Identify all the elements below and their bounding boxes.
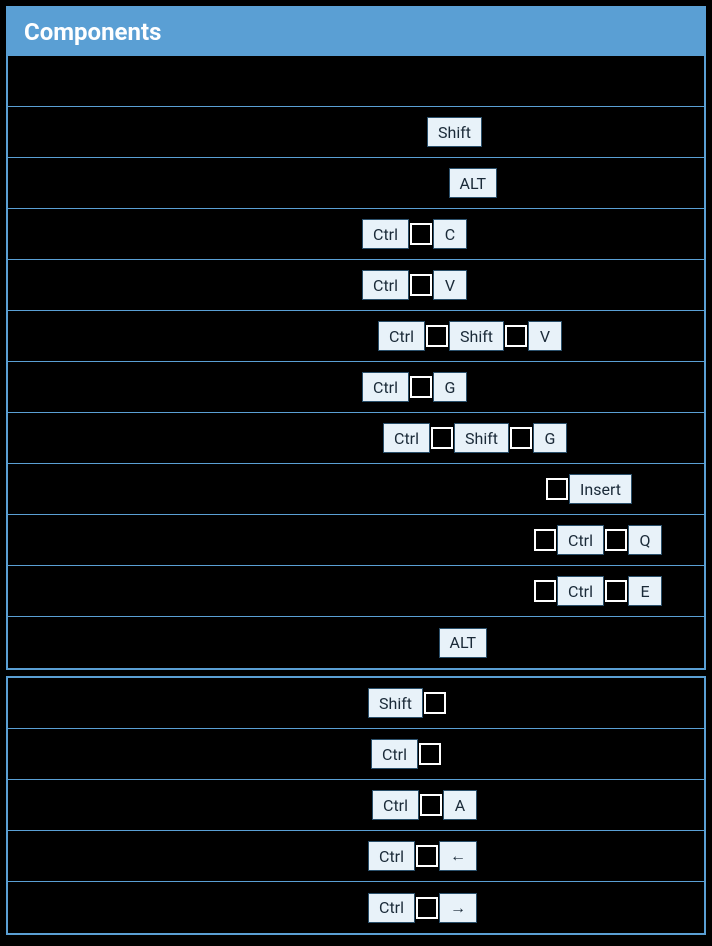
- row-toggle-snap-off: Toggle component snapping off ALT: [8, 617, 704, 668]
- key-group: Ctrl +: [368, 893, 692, 923]
- key-shift: Shift: [449, 321, 504, 351]
- plus-icon: +: [605, 529, 627, 551]
- row-accel-move: Accelerate movement (hold) Ctrl +: [8, 729, 704, 780]
- row-label: Accelerate movement (hold): [20, 744, 246, 765]
- key-g: G: [533, 423, 567, 453]
- key-ctrl: Ctrl: [362, 270, 409, 300]
- row-label: Constrain movement (hold): [20, 693, 238, 714]
- key-ctrl: Ctrl: [368, 841, 415, 871]
- key-q: Q: [628, 525, 662, 555]
- key-group: Ctrl + A: [372, 790, 692, 820]
- key-alt: ALT: [449, 168, 497, 198]
- key-shift: Shift: [427, 117, 482, 147]
- row-label: Insert new component into group workflow: [20, 479, 362, 500]
- key-v: V: [528, 321, 562, 351]
- plus-icon: +: [546, 478, 568, 500]
- row-insert-workflow: Insert new component into group workflow…: [8, 464, 704, 515]
- key-group: Ctrl +: [368, 841, 692, 871]
- row-paste-in-place: Paste in Place Component(s) Ctrl + Shift…: [8, 311, 704, 362]
- row-label: Group Components: [20, 377, 176, 398]
- row-shift-add: Add to last selected object (hold) Shift: [8, 107, 704, 158]
- row-group: Group Components Ctrl + G: [8, 362, 704, 413]
- panel-header: Components: [8, 8, 704, 56]
- row-ungroup: Ungroup Components Ctrl + Shift + G: [8, 413, 704, 464]
- key-shift: Shift: [368, 688, 423, 718]
- plus-icon: +: [605, 580, 627, 602]
- row-label: Go to next tab: [20, 897, 132, 918]
- plus-icon: +: [416, 845, 438, 867]
- key-group: Shift +: [368, 688, 692, 718]
- row-label: Go to previous tab: [20, 846, 166, 867]
- key-arrow-right: [439, 893, 477, 923]
- key-a: A: [443, 790, 477, 820]
- key-ctrl: Ctrl: [378, 321, 425, 351]
- key-group: + Insert: [545, 474, 692, 504]
- plus-icon: +: [410, 223, 432, 245]
- key-ctrl: Ctrl: [557, 525, 604, 555]
- plus-icon: +: [410, 376, 432, 398]
- row-heading: Components Keyboard Shortcuts: [8, 56, 704, 107]
- plus-icon: +: [505, 325, 527, 347]
- plus-icon: +: [419, 743, 441, 765]
- row-label: Toggle component snapping off: [20, 632, 275, 653]
- key-group: + Ctrl + Q: [533, 525, 692, 555]
- row-next-tab: Go to next tab Ctrl +: [8, 882, 704, 933]
- key-group: Ctrl + C: [362, 219, 692, 249]
- row-label: Toggle symbol snap on/off (hold): [20, 173, 287, 194]
- row-edit-workflow: Edit Workflow - Enter/Exit a group workf…: [8, 566, 704, 617]
- plus-icon: +: [534, 580, 556, 602]
- key-group: + Ctrl + E: [533, 576, 692, 606]
- key-group: ALT: [449, 168, 692, 198]
- plus-icon: +: [416, 897, 438, 919]
- row-paste: Paste Component(s) Ctrl + V: [8, 260, 704, 311]
- plus-icon: +: [424, 692, 446, 714]
- row-copy: Copy Selected Component(s) Ctrl + C: [8, 209, 704, 260]
- key-group: Ctrl + G: [362, 372, 692, 402]
- row-label: Copy Selected Component(s): [20, 224, 254, 245]
- panel-title: Components: [24, 18, 161, 46]
- key-group: Ctrl +: [371, 739, 692, 769]
- row-label: Ungroup Components: [20, 428, 195, 449]
- row-label: Paste Component(s): [20, 275, 185, 296]
- row-alt-snap: Toggle symbol snap on/off (hold) ALT: [8, 158, 704, 209]
- plus-icon: +: [534, 529, 556, 551]
- plus-icon: +: [510, 427, 532, 449]
- components-panel: Components Components Keyboard Shortcuts…: [6, 6, 706, 670]
- key-ctrl: Ctrl: [557, 576, 604, 606]
- key-ctrl: Ctrl: [368, 893, 415, 923]
- plus-icon: +: [431, 427, 453, 449]
- key-ctrl: Ctrl: [362, 372, 409, 402]
- plus-icon: +: [410, 274, 432, 296]
- key-ctrl: Ctrl: [362, 219, 409, 249]
- key-ctrl: Ctrl: [372, 790, 419, 820]
- key-group: Shift: [427, 117, 692, 147]
- row-select-all: Select all components Ctrl + A: [8, 780, 704, 831]
- key-group: Ctrl + V: [362, 270, 692, 300]
- row-constrain-move: Constrain movement (hold) Shift +: [8, 678, 704, 729]
- key-shift: Shift: [454, 423, 509, 453]
- row-label: Add to last selected object (hold): [20, 122, 284, 143]
- row-label: Paste in Place Component(s): [20, 326, 253, 347]
- key-g: G: [433, 372, 467, 402]
- plus-icon: +: [426, 325, 448, 347]
- row-quit-workflow: Quit workflow without saving changes + C…: [8, 515, 704, 566]
- key-group: Ctrl + Shift + V: [378, 321, 692, 351]
- key-group: Ctrl + Shift + G: [383, 423, 692, 453]
- key-alt: ALT: [439, 628, 487, 658]
- key-c: C: [433, 219, 467, 249]
- row-label: Components Keyboard Shortcuts: [20, 71, 285, 92]
- row-label: Quit workflow without saving changes: [20, 530, 323, 551]
- key-e: E: [628, 576, 662, 606]
- key-arrow-left: [439, 841, 477, 871]
- row-label: Edit Workflow - Enter/Exit a group workf…: [20, 581, 365, 602]
- row-label: Select all components: [20, 795, 197, 816]
- key-ctrl: Ctrl: [371, 739, 418, 769]
- row-prev-tab: Go to previous tab Ctrl +: [8, 831, 704, 882]
- key-insert: Insert: [569, 474, 632, 504]
- plus-icon: +: [420, 794, 442, 816]
- key-ctrl: Ctrl: [383, 423, 430, 453]
- key-group: ALT: [439, 628, 692, 658]
- key-v: V: [433, 270, 467, 300]
- components-panel-2: Constrain movement (hold) Shift + Accele…: [6, 676, 706, 935]
